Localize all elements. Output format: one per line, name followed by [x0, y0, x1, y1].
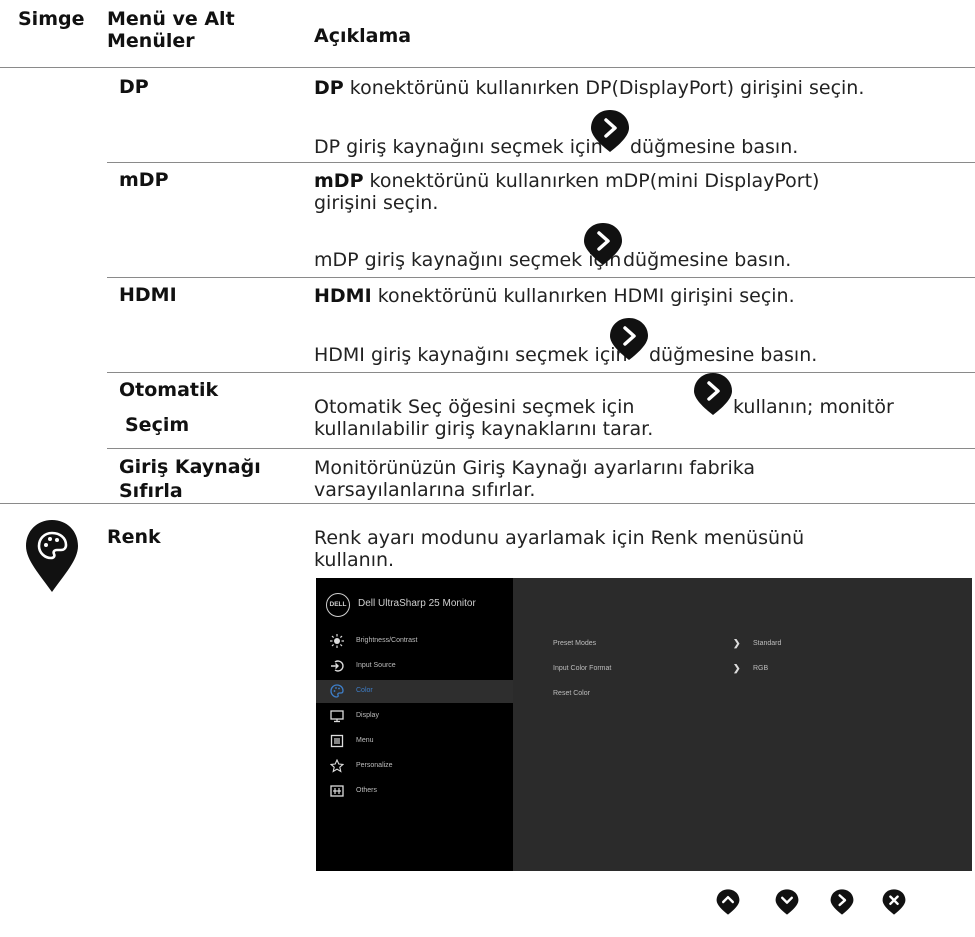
auto-select-description-post: kullanın; monitör — [733, 396, 894, 418]
star-icon — [330, 759, 344, 773]
osd-menu-label: Display — [356, 712, 379, 719]
menu-item-mdp: mDP — [119, 169, 169, 191]
osd-setting-value: Standard — [753, 640, 782, 647]
osd-setting-label: Preset Modes — [553, 640, 597, 647]
menu-item-auto-select: Otomatik Seçim — [119, 377, 218, 438]
header-menu-column: Menü ve Alt Menüler — [107, 8, 235, 52]
header-icon-column: Simge — [18, 8, 85, 30]
osd-menu-label: Menu — [356, 737, 374, 744]
dp-description: DP konektörünü kullanırken DP(DisplayPor… — [314, 77, 864, 99]
color-description-line2: kullanın. — [314, 549, 395, 571]
osd-setting-label: Reset Color — [553, 690, 590, 697]
hdmi-instruction-post: düğmesine basın. — [649, 344, 818, 366]
reset-description: Monitörünüzün Giriş Kaynağı ayarlarını f… — [314, 457, 755, 501]
mdp-description-bold: mDP — [314, 170, 364, 192]
section-divider — [0, 503, 975, 504]
osd-screenshot: DELL Dell UltraSharp 25 Monitor Brightne… — [316, 578, 972, 871]
osd-menu-label: Personalize — [356, 762, 393, 769]
dp-description-text: konektörünü kullanırken DP(DisplayPort) … — [343, 77, 865, 99]
reset-line1: Giriş Kaynağı — [119, 456, 261, 478]
osd-menu-label: Input Source — [356, 662, 396, 669]
input-icon — [331, 660, 344, 672]
auto-select-description-line2: kullanılabilir giriş kaynaklarını tarar. — [314, 418, 654, 440]
osd-menu-menu[interactable]: Menu — [316, 730, 513, 753]
sun-icon — [330, 634, 344, 648]
dp-instruction-post: düğmesine basın. — [630, 136, 799, 158]
row-divider — [107, 277, 975, 278]
palette-icon — [330, 684, 344, 698]
hdmi-description-text: konektörünü kullanırken HDMI girişini se… — [371, 285, 795, 307]
osd-setting-preset-modes[interactable]: Preset Modes ❯ Standard — [553, 638, 973, 654]
up-pin-icon — [716, 888, 740, 916]
monitor-icon — [330, 710, 344, 723]
mdp-description-text: konektörünü kullanırken mDP(mini Display… — [363, 170, 820, 192]
others-icon — [330, 785, 344, 797]
mdp-description-line2: girişini seçin. — [314, 192, 439, 214]
auto-select-line2: Seçim — [125, 414, 190, 436]
hdmi-description: HDMI konektörünü kullanırken HDMI girişi… — [314, 285, 795, 307]
header-description-column: Açıklama — [314, 25, 412, 47]
osd-menu-brightness[interactable]: Brightness/Contrast — [316, 630, 513, 653]
osd-menu-label: Brightness/Contrast — [356, 637, 418, 644]
osd-menu-color[interactable]: Color — [316, 680, 513, 703]
osd-title-bar: DELL Dell UltraSharp 25 Monitor — [324, 592, 510, 618]
menu-item-dp: DP — [119, 76, 149, 98]
header-menu-line1: Menü ve Alt — [107, 8, 235, 30]
right-pin-icon — [590, 109, 630, 153]
color-description: Renk ayarı modunu ayarlamak için Renk me… — [314, 527, 804, 571]
hdmi-instruction: HDMI giriş kaynağını seçmek için — [314, 344, 628, 366]
osd-settings-panel: Preset Modes ❯ Standard Input Color Form… — [513, 578, 972, 871]
osd-menu-personalize[interactable]: Personalize — [316, 755, 513, 778]
osd-menu-label: Others — [356, 787, 378, 794]
osd-setting-reset-color[interactable]: Reset Color — [553, 690, 973, 704]
osd-menu-display[interactable]: Display — [316, 705, 513, 728]
reset-line2: Sıfırla — [119, 480, 183, 502]
menu-item-reset-input-source: Giriş Kaynağı Sıfırla — [119, 455, 261, 503]
header-menu-line2: Menüler — [107, 30, 195, 52]
dp-instruction-pre: DP giriş kaynağını seçmek için — [314, 136, 603, 158]
chevron-right-icon: ❯ — [733, 638, 741, 648]
color-description-line1: Renk ayarı modunu ayarlamak için Renk me… — [314, 527, 805, 549]
right-pin-icon — [609, 317, 649, 361]
chevron-right-icon: ❯ — [733, 663, 741, 673]
row-divider — [107, 372, 975, 373]
mdp-instruction: mDP giriş kaynağını seçmek için — [314, 249, 622, 271]
auto-select-line1: Otomatik — [119, 379, 219, 401]
down-pin-icon — [775, 888, 799, 916]
mdp-instruction-post: düğmesine basın. — [623, 249, 792, 271]
close-pin-icon — [882, 888, 906, 916]
row-divider — [107, 448, 975, 449]
reset-description-line1: Monitörünüzün Giriş Kaynağı ayarlarını f… — [314, 457, 756, 479]
dp-instruction: DP giriş kaynağını seçmek için — [314, 136, 603, 158]
reset-description-line2: varsayılanlarına sıfırlar. — [314, 479, 536, 501]
osd-menu-label: Color — [356, 687, 373, 694]
osd-menu-input-source[interactable]: Input Source — [316, 655, 513, 678]
dell-logo: DELL — [326, 593, 350, 617]
color-palette-pin-icon — [26, 520, 78, 592]
right-pin-icon — [693, 372, 733, 416]
row-divider — [107, 162, 975, 163]
menu-item-hdmi: HDMI — [119, 284, 177, 306]
dp-description-bold: DP — [314, 77, 344, 99]
header-divider — [0, 67, 975, 68]
hdmi-description-bold: HDMI — [314, 285, 372, 307]
osd-menu-others[interactable]: Others — [316, 780, 513, 803]
right-pin-icon — [830, 888, 854, 916]
osd-setting-value: RGB — [753, 665, 769, 672]
osd-title: Dell UltraSharp 25 Monitor — [358, 598, 476, 609]
menu-item-color: Renk — [107, 526, 161, 548]
mdp-description: mDP konektörünü kullanırken mDP(mini Dis… — [314, 170, 819, 214]
right-pin-icon — [583, 222, 623, 266]
menu-list-icon — [330, 734, 344, 748]
osd-setting-input-color-format[interactable]: Input Color Format ❯ RGB — [553, 663, 973, 679]
osd-setting-label: Input Color Format — [553, 665, 612, 672]
osd-sidebar: DELL Dell UltraSharp 25 Monitor Brightne… — [316, 578, 513, 871]
auto-select-description: Otomatik Seç öğesini seçmek için — [314, 396, 635, 418]
